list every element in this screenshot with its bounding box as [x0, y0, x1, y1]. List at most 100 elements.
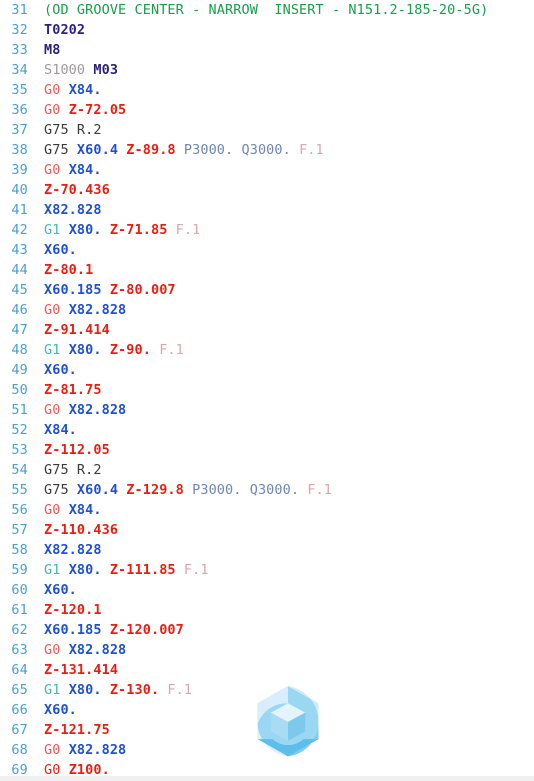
code-line[interactable]: 42 G1 X80. Z-71.85 F.1 [0, 220, 534, 240]
code-line-text[interactable]: G0 X82.828 [34, 640, 126, 660]
line-number: 58 [11, 542, 28, 558]
code-line-text[interactable]: Z-70.436 [34, 180, 110, 200]
code-line-text[interactable]: G75 X60.4 Z-89.8 P3000. Q3000. F.1 [34, 140, 324, 160]
code-line[interactable]: 51 G0 X82.828 [0, 400, 534, 420]
line-number: 39 [11, 162, 28, 178]
code-line-text[interactable]: M8 [34, 40, 60, 60]
code-line[interactable]: 35 G0 X84. [0, 80, 534, 100]
code-line[interactable]: 38 G75 X60.4 Z-89.8 P3000. Q3000. F.1 [0, 140, 534, 160]
code-line[interactable]: 57 Z-110.436 [0, 520, 534, 540]
code-line-text[interactable]: G1 X80. Z-130. F.1 [34, 680, 192, 700]
code-line-text[interactable]: S1000 M03 [34, 60, 118, 80]
code-line[interactable]: 41 X82.828 [0, 200, 534, 220]
code-line-text[interactable]: G0 X82.828 [34, 400, 126, 420]
code-line[interactable]: 53 Z-112.05 [0, 440, 534, 460]
code-line[interactable]: 65 G1 X80. Z-130. F.1 [0, 680, 534, 700]
code-token: X60.185 [44, 282, 110, 298]
code-line[interactable]: 36 G0 Z-72.05 [0, 100, 534, 120]
code-line[interactable]: 37 G75 R.2 [0, 120, 534, 140]
code-line-text[interactable]: Z-110.436 [34, 520, 118, 540]
line-number: 46 [11, 302, 28, 318]
code-token: Z-120.007 [109, 622, 184, 638]
code-line-text[interactable]: X60. [34, 360, 77, 380]
code-line[interactable]: 61 Z-120.1 [0, 600, 534, 620]
code-line-text[interactable]: X60.185 Z-120.007 [34, 620, 184, 640]
code-line-text[interactable]: X60. [34, 240, 77, 260]
code-line[interactable]: 55 G75 X60.4 Z-129.8 P3000. Q3000. F.1 [0, 480, 534, 500]
code-line-text[interactable]: X60.185 Z-80.007 [34, 280, 176, 300]
code-line[interactable]: 62 X60.185 Z-120.007 [0, 620, 534, 640]
code-line[interactable]: 43 X60. [0, 240, 534, 260]
code-lines-container[interactable]: 31 (OD GROOVE CENTER - NARROW INSERT - N1… [0, 0, 534, 780]
code-token: X84. [68, 82, 102, 98]
code-line[interactable]: 47 Z-91.414 [0, 320, 534, 340]
line-number: 49 [11, 362, 28, 378]
code-line-text[interactable]: X82.828 [34, 540, 102, 560]
code-token: Z-131.414 [44, 662, 119, 678]
line-number: 56 [11, 502, 28, 518]
code-line[interactable]: 46 G0 X82.828 [0, 300, 534, 320]
code-line-text[interactable]: Z-81.75 [34, 380, 102, 400]
code-line[interactable]: 50 Z-81.75 [0, 380, 534, 400]
code-line-text[interactable]: T0202 [34, 20, 85, 40]
code-line-text[interactable]: X60. [34, 580, 77, 600]
code-line-text[interactable]: Z-120.1 [34, 600, 102, 620]
line-number: 42 [11, 222, 28, 238]
code-line-text[interactable]: X82.828 [34, 200, 102, 220]
code-line[interactable]: 32 T0202 [0, 20, 534, 40]
code-line-text[interactable]: (OD GROOVE CENTER - NARROW INSERT - N151… [34, 0, 488, 20]
code-token: Z-91.414 [44, 322, 110, 338]
code-line-text[interactable]: X60. [34, 700, 77, 720]
code-line-text[interactable]: Z-131.414 [34, 660, 118, 680]
code-line-text[interactable]: Z-121.75 [34, 720, 110, 740]
code-line-text[interactable]: G1 X80. Z-111.85 F.1 [34, 560, 209, 580]
code-line[interactable]: 48 G1 X80. Z-90. F.1 [0, 340, 534, 360]
code-line-text[interactable]: G0 X84. [34, 80, 102, 100]
line-number: 52 [11, 422, 28, 438]
code-token: X82.828 [68, 642, 127, 658]
code-line[interactable]: 39 G0 X84. [0, 160, 534, 180]
code-line[interactable]: 64 Z-131.414 [0, 660, 534, 680]
code-line-text[interactable]: G75 R.2 [34, 460, 102, 480]
code-line[interactable]: 40 Z-70.436 [0, 180, 534, 200]
code-line-text[interactable]: Z-112.05 [34, 440, 110, 460]
line-number: 37 [11, 122, 28, 138]
code-line[interactable]: 44 Z-80.1 [0, 260, 534, 280]
code-token: P3000. Q3000. [192, 482, 308, 498]
code-line[interactable]: 67 Z-121.75 [0, 720, 534, 740]
code-line-text[interactable]: G0 X82.828 [34, 300, 126, 320]
code-line-text[interactable]: G1 X80. Z-90. F.1 [34, 340, 184, 360]
code-line[interactable]: 31 (OD GROOVE CENTER - NARROW INSERT - N1… [0, 0, 534, 20]
code-line-text[interactable]: Z-80.1 [34, 260, 93, 280]
code-line[interactable]: 60 X60. [0, 580, 534, 600]
code-line-text[interactable]: G0 X84. [34, 160, 102, 180]
code-line-text[interactable]: G75 R.2 [34, 120, 102, 140]
code-line[interactable]: 63 G0 X82.828 [0, 640, 534, 660]
code-line-text[interactable]: G0 X84. [34, 500, 102, 520]
code-token: X82.828 [44, 202, 102, 218]
code-token: X82.828 [68, 302, 127, 318]
code-line[interactable]: 49 X60. [0, 360, 534, 380]
code-token: G0 [44, 162, 69, 178]
code-line[interactable]: 56 G0 X84. [0, 500, 534, 520]
code-line[interactable]: 54 G75 R.2 [0, 460, 534, 480]
code-line-text[interactable]: X84. [34, 420, 77, 440]
code-token: G0 [44, 402, 69, 418]
code-token: X82.828 [44, 542, 102, 558]
code-line[interactable]: 58 X82.828 [0, 540, 534, 560]
code-line[interactable]: 66 X60. [0, 700, 534, 720]
gcode-editor[interactable]: 31 (OD GROOVE CENTER - NARROW INSERT - N1… [0, 0, 534, 781]
code-line[interactable]: 59 G1 X80. Z-111.85 F.1 [0, 560, 534, 580]
code-token: F.1 [299, 142, 324, 158]
code-line-text[interactable]: Z-91.414 [34, 320, 110, 340]
code-line[interactable]: 52 X84. [0, 420, 534, 440]
code-line[interactable]: 45 X60.185 Z-80.007 [0, 280, 534, 300]
code-line[interactable]: 34 S1000 M03 [0, 60, 534, 80]
code-line-text[interactable]: G0 Z-72.05 [34, 100, 126, 120]
code-line-text[interactable]: G75 X60.4 Z-129.8 P3000. Q3000. F.1 [34, 480, 332, 500]
code-line-text[interactable]: G1 X80. Z-71.85 F.1 [34, 220, 200, 240]
code-line[interactable]: 33 M8 [0, 40, 534, 60]
code-line-text[interactable]: G0 X82.828 [34, 740, 126, 760]
code-token: X60.4 [76, 142, 127, 158]
code-line[interactable]: 68 G0 X82.828 [0, 740, 534, 760]
